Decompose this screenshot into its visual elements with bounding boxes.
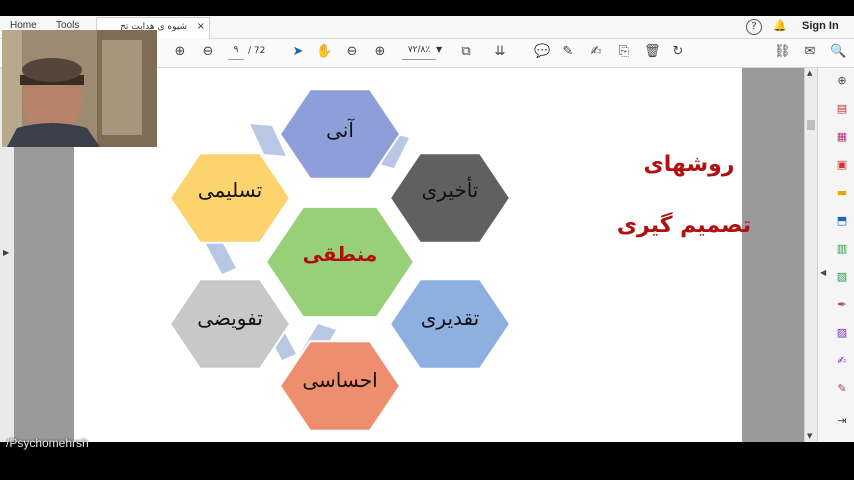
collapse-panel-icon[interactable]: ◀: [820, 268, 826, 277]
hexagon-diagram: [168, 88, 512, 432]
comment-panel-icon[interactable]: ▬: [835, 186, 849, 200]
zoom-level-field[interactable]: ۷۲/۸٪: [402, 45, 436, 60]
share-link-icon[interactable]: ⛓: [774, 44, 791, 60]
page-total: / 72: [248, 46, 266, 56]
fit-page-icon[interactable]: ⧉: [458, 44, 474, 60]
hex-label-taslimi: تسلیمی: [197, 178, 263, 202]
presenter-video: [2, 30, 157, 147]
channel-watermark: /Psychomehrsh: [6, 436, 89, 450]
zoom-dropdown-icon[interactable]: ▼: [436, 45, 442, 54]
scroll-thumb[interactable]: [807, 120, 815, 130]
next-page-icon[interactable]: ⊖: [200, 44, 216, 60]
select-cursor-icon[interactable]: ➤: [290, 44, 306, 60]
hex-label-ani: آنی: [326, 118, 354, 142]
stamp-icon[interactable]: ⎘: [616, 44, 632, 60]
video-letterbox-bottom: [0, 442, 854, 480]
more-tools-icon[interactable]: ✎: [835, 382, 849, 396]
close-tab-icon[interactable]: ×: [197, 21, 205, 32]
organize-pages-icon[interactable]: ▦: [835, 130, 849, 144]
mail-icon[interactable]: ✉: [802, 44, 818, 60]
zoom-out-icon[interactable]: ⊖: [344, 44, 360, 60]
expand-right-icon[interactable]: ⇥: [835, 414, 849, 428]
page-number-input[interactable]: ۹: [228, 45, 244, 60]
protect-icon[interactable]: ▨: [835, 326, 849, 340]
send-sign-icon[interactable]: ✍: [835, 354, 849, 368]
slide-title-line2: تصمیم گیری: [616, 213, 752, 238]
sign-in-link[interactable]: Sign In: [802, 20, 839, 32]
fill-sign-icon[interactable]: ✒: [835, 298, 849, 312]
right-tools-panel: ◀ ⊕ ▤ ▦ ▣ ▬ ⬒ ▥ ▧ ✒ ▨ ✍ ✎ ⇥: [817, 68, 854, 442]
expand-left-icon[interactable]: ▶: [3, 248, 9, 257]
hex-label-ehsasi: احساسی: [302, 368, 378, 392]
search-panel-icon[interactable]: ⊕: [835, 74, 849, 88]
hex-label-tafvizi: تفویضی: [197, 306, 263, 330]
help-icon[interactable]: ?: [746, 19, 762, 35]
search-icon[interactable]: 🔍: [830, 44, 846, 60]
vertical-scrollbar[interactable]: ▲ ▼: [804, 68, 817, 442]
delete-icon[interactable]: 🗑: [644, 44, 661, 60]
pdf-page: روشهای تصمیم گیری آنی تأخیری تقدیری احسا…: [74, 68, 751, 442]
hex-label-manteqi: منطقی: [302, 242, 378, 266]
comment-icon[interactable]: 💬: [534, 44, 550, 60]
highlight-pen-icon[interactable]: ✎: [560, 44, 576, 60]
scroll-down-icon[interactable]: ▼: [807, 432, 812, 440]
edit-image-icon[interactable]: ▧: [835, 270, 849, 284]
notification-bell-icon[interactable]: 🔔: [773, 19, 787, 32]
export-excel-icon[interactable]: ▥: [835, 242, 849, 256]
sign-icon[interactable]: ✍: [588, 44, 604, 60]
scroll-mode-icon[interactable]: ⇊: [492, 44, 508, 60]
export-pdf-icon[interactable]: ▣: [835, 158, 849, 172]
hex-label-takhiri: تأخیری: [421, 178, 479, 202]
rotate-icon[interactable]: ↻: [670, 44, 686, 60]
hand-icon[interactable]: ✋: [316, 44, 332, 60]
combine-files-icon[interactable]: ⬒: [835, 214, 849, 228]
hex-label-taqdiri: تقدیری: [420, 306, 480, 330]
slide-title-line1: روشهای: [643, 152, 735, 177]
zoom-in-icon[interactable]: ⊕: [372, 44, 388, 60]
create-pdf-icon[interactable]: ▤: [835, 102, 849, 116]
video-letterbox-top: [0, 0, 854, 16]
scroll-up-icon[interactable]: ▲: [807, 69, 812, 77]
webcam-overlay: [2, 30, 157, 147]
previous-page-icon[interactable]: ⊕: [172, 44, 188, 60]
